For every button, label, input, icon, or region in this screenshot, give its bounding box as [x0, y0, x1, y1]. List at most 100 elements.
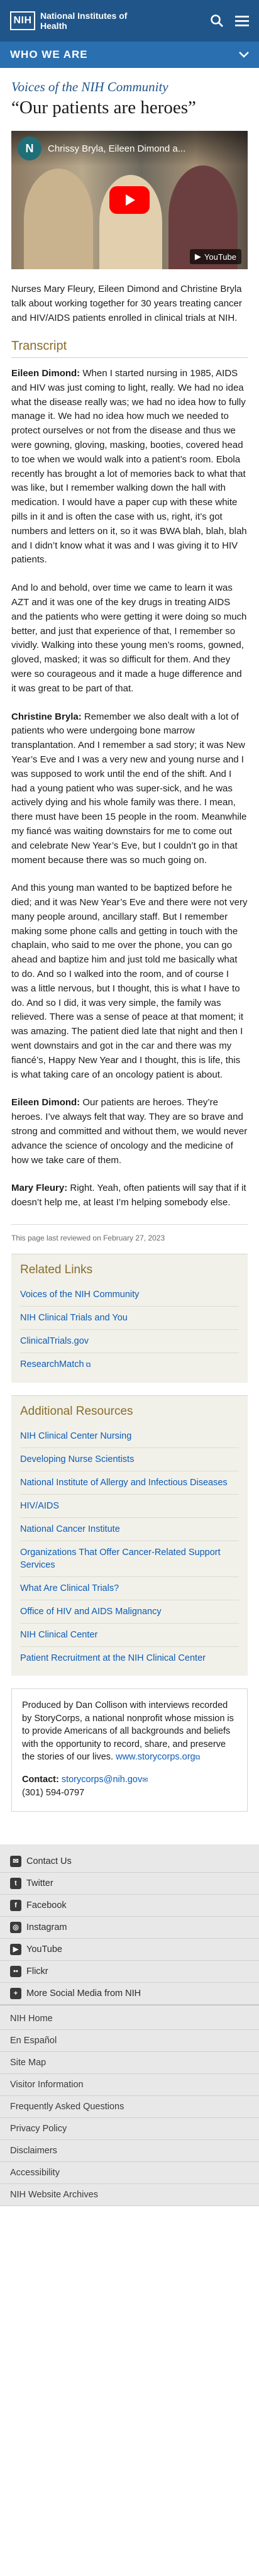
- resource-link-item: HIV/AIDS: [20, 1494, 239, 1517]
- resource-link-item: What Are Clinical Trials?: [20, 1576, 239, 1600]
- social-link[interactable]: f Facebook: [0, 1895, 259, 1917]
- youtube-icon: ▶: [194, 252, 201, 261]
- intro-text: Nurses Mary Fleury, Eileen Dimond and Ch…: [11, 284, 242, 323]
- resource-link[interactable]: NIH Clinical Center Nursing: [20, 1431, 131, 1441]
- header-icons: [210, 14, 249, 28]
- site-footer: ✉ Contact Us t Twitter f Facebook ◎ Instagram ▶ Y…: [0, 1844, 259, 2206]
- related-links-list: Voices of the NIH Community NIH Clinical …: [20, 1283, 239, 1376]
- social-links: ✉ Contact Us t Twitter f Facebook ◎ Instagram ▶ Y…: [0, 1851, 259, 2005]
- resource-link[interactable]: Organizations That Offer Cancer-Related …: [20, 1547, 221, 1570]
- chevron-down-icon: [239, 48, 249, 61]
- share-icon: +: [10, 1987, 21, 1999]
- email-icon: ✉: [142, 1776, 148, 1784]
- youtube-icon: ▶: [10, 1943, 21, 1955]
- social-link-label: YouTube: [26, 1944, 62, 1954]
- last-reviewed: This page last reviewed on February 27, …: [11, 1224, 248, 1254]
- additional-resources: Additional Resources NIH Clinical Center…: [11, 1395, 248, 1676]
- related-link-item: ResearchMatch ⧉: [20, 1352, 239, 1376]
- video-title-bar: N Chrissy Bryla, Eileen Dimond a...: [11, 131, 248, 166]
- video-title[interactable]: Chrissy Bryla, Eileen Dimond a...: [48, 143, 236, 154]
- channel-avatar[interactable]: N: [18, 137, 41, 160]
- nih-logo-text: National Institutes of Health: [40, 11, 128, 31]
- footer-link[interactable]: NIH Website Archives: [0, 2184, 259, 2206]
- footer-link[interactable]: NIH Home: [0, 2008, 259, 2030]
- site-header: NIH National Institutes of Health WHO WE…: [0, 0, 259, 68]
- related-links-heading: Related Links: [20, 1263, 93, 1277]
- storycorps-link[interactable]: www.storycorps.org: [116, 1752, 196, 1762]
- resource-link[interactable]: Patient Recruitment at the NIH Clinical …: [20, 1653, 206, 1663]
- transcript-paragraph: And lo and behold, over time we came to …: [11, 581, 248, 696]
- flickr-icon: ••: [10, 1965, 21, 1977]
- social-link-label: Facebook: [26, 1900, 67, 1910]
- resource-link[interactable]: National Institute of Allergy and Infect…: [20, 1478, 228, 1488]
- section-label: WHO WE ARE: [10, 48, 88, 60]
- speaker-name: Eileen Dimond:: [11, 368, 80, 379]
- facebook-icon: f: [10, 1899, 21, 1911]
- resource-link-item: Patient Recruitment at the NIH Clinical …: [20, 1646, 239, 1670]
- nih-logo[interactable]: NIH National Institutes of Health: [10, 11, 135, 31]
- resource-link[interactable]: Developing Nurse Scientists: [20, 1454, 134, 1464]
- mail-icon: ✉: [10, 1855, 21, 1867]
- social-link[interactable]: ▶ YouTube: [0, 1939, 259, 1961]
- resource-link-item: National Institute of Allergy and Infect…: [20, 1471, 239, 1494]
- transcript-paragraph: Eileen Dimond: When I started nursing in…: [11, 367, 248, 567]
- contact-label: Contact:: [22, 1774, 59, 1785]
- social-link[interactable]: •• Flickr: [0, 1961, 259, 1983]
- footer-link[interactable]: En Español: [0, 2030, 259, 2052]
- additional-resources-list: NIH Clinical Center Nursing Developing Nu…: [20, 1425, 239, 1670]
- top-bar: NIH National Institutes of Health: [0, 0, 259, 42]
- footer-link[interactable]: Site Map: [0, 2052, 259, 2074]
- social-link[interactable]: ◎ Instagram: [0, 1917, 259, 1939]
- resource-link[interactable]: Office of HIV and AIDS Malignancy: [20, 1607, 162, 1617]
- resource-link[interactable]: NIH Clinical Center: [20, 1630, 97, 1640]
- footer-link[interactable]: Visitor Information: [0, 2074, 259, 2096]
- social-link-label: Contact Us: [26, 1856, 72, 1866]
- footer-link[interactable]: Frequently Asked Questions: [0, 2096, 259, 2118]
- related-links: Related Links Voices of the NIH Communit…: [11, 1254, 248, 1383]
- transcript-heading: Transcript: [11, 339, 248, 358]
- additional-resources-heading: Additional Resources: [20, 1405, 133, 1419]
- transcript-text: And this young man wanted to be baptized…: [11, 883, 248, 1080]
- social-link[interactable]: + More Social Media from NIH: [0, 1983, 259, 2005]
- storycorps-credit: Produced by Dan Collison with interviews…: [11, 1688, 248, 1812]
- resource-link-item: NIH Clinical Center: [20, 1623, 239, 1646]
- footer-links: NIH Home En Español Site Map Visitor Inform…: [0, 2008, 259, 2206]
- resource-link-item: Developing Nurse Scientists: [20, 1447, 239, 1471]
- related-link-item: Voices of the NIH Community: [20, 1283, 239, 1306]
- search-icon[interactable]: [210, 14, 224, 28]
- nih-logo-mark: NIH: [10, 11, 35, 30]
- social-link[interactable]: ✉ Contact Us: [0, 1851, 259, 1873]
- youtube-badge-label: YouTube: [204, 252, 236, 262]
- storycorps-contact: Contact: storycorps@nih.gov✉ (301) 594-0…: [22, 1773, 237, 1800]
- speaker-name: Eileen Dimond:: [11, 1097, 80, 1108]
- speaker-name: Mary Fleury:: [11, 1183, 68, 1194]
- related-link[interactable]: NIH Clinical Trials and You: [20, 1313, 128, 1323]
- social-link[interactable]: t Twitter: [0, 1873, 259, 1895]
- resource-link[interactable]: What Are Clinical Trials?: [20, 1583, 119, 1593]
- resource-link-item: Organizations That Offer Cancer-Related …: [20, 1541, 239, 1576]
- resource-link-item: National Cancer Institute: [20, 1517, 239, 1541]
- play-button[interactable]: [109, 186, 150, 214]
- footer-link[interactable]: Disclaimers: [0, 2140, 259, 2162]
- video-person-left: [24, 169, 93, 269]
- twitter-icon: t: [10, 1877, 21, 1889]
- video-player[interactable]: N Chrissy Bryla, Eileen Dimond a... ▶ Yo…: [11, 131, 248, 269]
- section-nav-toggle[interactable]: WHO WE ARE: [0, 42, 259, 68]
- related-link[interactable]: ResearchMatch: [20, 1359, 84, 1369]
- transcript: Eileen Dimond: When I started nursing in…: [11, 367, 248, 1210]
- transcript-paragraph: Mary Fleury: Right. Yeah, often patients…: [11, 1181, 248, 1210]
- contact-phone: (301) 594-0797: [22, 1788, 85, 1798]
- contact-email-link[interactable]: storycorps@nih.gov: [62, 1775, 142, 1785]
- resource-link[interactable]: National Cancer Institute: [20, 1524, 120, 1534]
- footer-link[interactable]: Accessibility: [0, 2162, 259, 2184]
- youtube-badge[interactable]: ▶ YouTube: [189, 249, 241, 264]
- page-kicker: Voices of the NIH Community: [11, 79, 168, 94]
- menu-icon[interactable]: [235, 14, 249, 27]
- related-link[interactable]: Voices of the NIH Community: [20, 1290, 139, 1300]
- social-link-label: More Social Media from NIH: [26, 1988, 141, 1999]
- footer-link[interactable]: Privacy Policy: [0, 2118, 259, 2140]
- social-link-label: Twitter: [26, 1878, 53, 1888]
- related-link[interactable]: ClinicalTrials.gov: [20, 1336, 89, 1346]
- transcript-paragraph: Christine Bryla: Remember we also dealt …: [11, 710, 248, 868]
- resource-link[interactable]: HIV/AIDS: [20, 1501, 59, 1511]
